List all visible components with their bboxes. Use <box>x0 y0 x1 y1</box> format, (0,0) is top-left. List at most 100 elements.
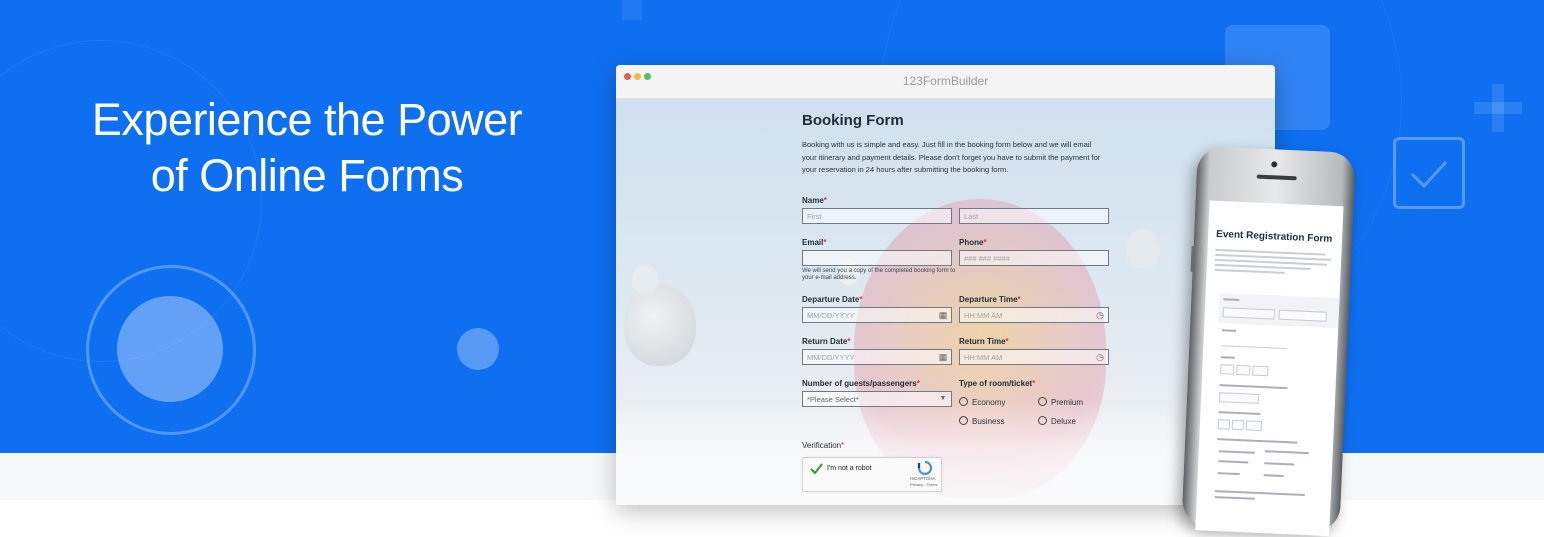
name-label: Name* <box>802 196 827 205</box>
browser-title: 123FormBuilder <box>902 74 989 88</box>
phone-camera <box>1271 161 1278 168</box>
browser-titlebar: 123FormBuilder <box>616 65 1275 99</box>
required-mark: * <box>983 238 987 247</box>
phone-input[interactable] <box>1217 419 1231 430</box>
phone-input[interactable] <box>1252 365 1269 377</box>
departure-time-input[interactable]: HH:MM AM ◷ <box>959 307 1109 323</box>
required-mark: * <box>916 379 920 388</box>
required-mark: * <box>847 337 851 346</box>
guests-label: Number of guests/passengers* <box>802 379 920 388</box>
return-time-label: Return Time* <box>959 337 1009 346</box>
return-date-label: Return Date* <box>802 337 850 346</box>
first-name-input[interactable]: First <box>802 208 952 224</box>
departure-time-label-text: Departure Time <box>959 295 1018 304</box>
required-mark: * <box>859 295 863 304</box>
phone-input[interactable] <box>1236 364 1251 376</box>
required-mark: * <box>1032 379 1036 388</box>
captcha-label: I'm not a robot <box>827 465 872 472</box>
room-label: Type of room/ticket* <box>959 379 1035 388</box>
verification-label: Verification* <box>802 441 844 450</box>
email-label-text: Email <box>802 238 824 247</box>
decor-circle-small <box>457 328 499 370</box>
radio-economy[interactable]: Economy <box>959 397 1005 408</box>
phone-select[interactable] <box>1218 392 1260 404</box>
departure-date-input[interactable]: MM/DD/YYYY ▦ <box>802 307 952 323</box>
chevron-down-icon: ▼ <box>939 395 947 402</box>
phone-input[interactable] <box>1245 420 1263 432</box>
hero-headline-line2: of Online Forms <box>150 150 464 201</box>
check-icon <box>809 462 823 476</box>
required-mark: * <box>823 196 827 205</box>
form-description: Booking with us is simple and easy. Just… <box>802 140 1101 174</box>
checkbox-decor-icon <box>1393 137 1465 209</box>
radio-economy-label: Economy <box>972 398 1006 407</box>
captcha-brand: reCAPTCHA <box>910 476 936 481</box>
return-time-input[interactable]: HH:MM AM ◷ <box>959 349 1109 365</box>
plus-decor-icon <box>1470 80 1526 136</box>
phone-field-label <box>1217 438 1298 444</box>
radio-circle-icon <box>959 397 968 406</box>
departure-date-label-text: Departure Date <box>802 295 860 304</box>
phone-field-label <box>1219 384 1288 390</box>
phone-field-label <box>1221 329 1237 332</box>
decor-chip <box>622 0 642 20</box>
phone-side-button <box>1190 245 1195 272</box>
calendar-icon[interactable]: ▦ <box>938 352 948 362</box>
recaptcha-logo-icon <box>917 460 933 476</box>
phone-option[interactable] <box>1218 460 1249 464</box>
return-date-label-text: Return Date <box>802 337 848 346</box>
phone-option[interactable] <box>1264 450 1309 455</box>
phone-input[interactable] <box>1278 309 1327 322</box>
return-time-placeholder: HH:MM AM <box>964 353 1003 362</box>
phone-input[interactable]: ### ### #### <box>959 250 1109 266</box>
email-input[interactable] <box>802 250 952 266</box>
radio-premium[interactable]: Premium <box>1038 397 1083 408</box>
phone-label: Phone* <box>959 238 987 247</box>
captcha-links[interactable]: Privacy - Terms <box>910 482 937 487</box>
departure-time-placeholder: HH:MM AM <box>964 311 1003 320</box>
recaptcha-widget[interactable]: I'm not a robot reCAPTCHA Privacy - Term… <box>802 457 942 492</box>
departure-time-label: Departure Time* <box>959 295 1021 304</box>
phone-input[interactable] <box>1221 337 1288 350</box>
phone-form-title: Event Registration Form <box>1215 228 1333 245</box>
departure-date-label: Departure Date* <box>802 295 862 304</box>
phone-option[interactable] <box>1263 474 1284 478</box>
browser-window: 123FormBuilder Booking Form Booking with… <box>616 65 1275 505</box>
radio-circle-icon <box>959 416 968 425</box>
return-date-input[interactable]: MM/DD/YYYY ▦ <box>802 349 952 365</box>
radio-deluxe-label: Deluxe <box>1051 417 1076 426</box>
guests-label-text: Number of guests/passengers <box>802 379 917 388</box>
calendar-icon[interactable]: ▦ <box>938 310 948 320</box>
email-label: Email* <box>802 238 826 247</box>
phone-field-label <box>1214 496 1255 500</box>
radio-circle-icon <box>1038 416 1047 425</box>
clock-icon[interactable]: ◷ <box>1095 310 1105 320</box>
guests-select[interactable]: *Please Select* ▼ <box>802 391 952 407</box>
balloon-image-left <box>624 284 696 366</box>
guests-select-value: *Please Select* <box>807 395 859 404</box>
verification-label-text: Verification <box>802 441 842 450</box>
hero-headline: Experience the Power of Online Forms <box>60 92 554 204</box>
phone-input[interactable] <box>1231 419 1245 431</box>
name-label-text: Name <box>802 196 824 205</box>
phone-option[interactable] <box>1264 462 1295 466</box>
phone-field-label <box>1220 356 1235 359</box>
required-mark: * <box>823 238 827 247</box>
phone-field-label <box>1218 411 1261 415</box>
radio-business[interactable]: Business <box>959 416 1004 427</box>
room-label-text: Type of room/ticket <box>959 379 1033 388</box>
phone-option[interactable] <box>1218 450 1255 454</box>
required-mark: * <box>1017 295 1021 304</box>
phone-input[interactable] <box>1220 364 1235 375</box>
mountains-image <box>616 399 1275 505</box>
last-name-input[interactable]: Last <box>959 208 1109 224</box>
clock-icon[interactable]: ◷ <box>1095 352 1105 362</box>
phone-mockup: Event Registration Form <box>1181 146 1356 537</box>
radio-deluxe[interactable]: Deluxe <box>1038 416 1076 427</box>
required-mark: * <box>841 441 845 450</box>
radio-premium-label: Premium <box>1051 398 1084 407</box>
balloon-image-right <box>1126 229 1160 269</box>
required-mark: * <box>1005 337 1009 346</box>
phone-option[interactable] <box>1217 472 1240 476</box>
phone-speaker <box>1256 174 1297 181</box>
